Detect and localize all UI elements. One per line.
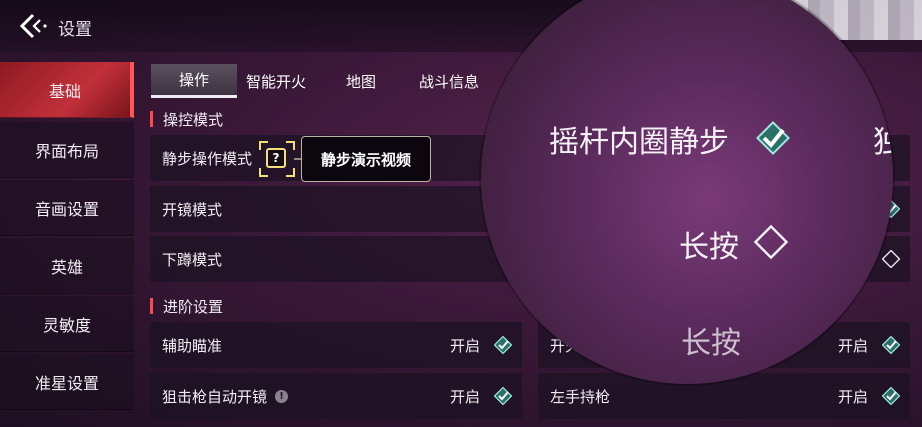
magnified-option-long-press-lower: 长按 <box>681 326 741 361</box>
auto-walk-on-fire-value: 开启 <box>837 336 868 355</box>
aim-assist-row[interactable]: 辅助瞄准 开启 <box>150 322 522 368</box>
info-icon[interactable]: ! <box>275 389 289 403</box>
sidebar-item-audio-video[interactable]: 音画设置 <box>0 180 134 236</box>
sniper-auto-scope-value: 开启 <box>449 387 480 406</box>
crouch-mode-label: 下蹲模式 <box>162 250 223 269</box>
left-hand-gun-label: 左手持枪 <box>550 387 611 406</box>
sniper-auto-scope-label: 狙击枪自动开镜 <box>162 387 268 406</box>
sidebar-item-crosshair[interactable]: 准星设置 <box>0 354 134 410</box>
section-advanced: 进阶设置 <box>150 295 223 317</box>
section-accent-bar <box>150 111 153 127</box>
walk-mode-help-button[interactable]: ? <box>258 140 296 178</box>
walk-demo-video-tooltip[interactable]: 静步演示视频 <box>301 136 431 182</box>
magnified-option-inner-circle-walk: 摇杆内圈静步 <box>549 125 729 160</box>
diamond-check-icon[interactable] <box>494 387 512 405</box>
sidebar-item-layout[interactable]: 界面布局 <box>0 122 134 178</box>
magnified-option-side: 独 <box>873 125 893 160</box>
aim-assist-label: 辅助瞄准 <box>162 336 223 355</box>
diamond-check-icon[interactable] <box>494 336 512 354</box>
tab-battle-info[interactable]: 战斗信息 <box>408 64 490 98</box>
diamond-check-icon <box>756 121 790 155</box>
diamond-outline-icon <box>753 224 789 260</box>
section-control-mode: 操控模式 <box>150 108 223 130</box>
tab-smart-fire[interactable]: 智能开火 <box>239 64 313 98</box>
section-title: 进阶设置 <box>163 297 224 316</box>
tab-operation[interactable]: 操作 <box>151 64 237 98</box>
magnified-option-long-press: 长按 <box>679 230 739 265</box>
section-title: 操控模式 <box>163 110 224 129</box>
back-button[interactable] <box>14 10 50 42</box>
sidebar: 基础 界面布局 音画设置 英雄 灵敏度 准星设置 <box>0 62 134 427</box>
tab-map[interactable]: 地图 <box>330 64 392 98</box>
diamond-check-icon[interactable] <box>882 387 900 405</box>
left-hand-gun-value: 开启 <box>837 387 868 406</box>
diamond-outline-icon[interactable] <box>882 250 900 268</box>
sniper-auto-scope-row[interactable]: 狙击枪自动开镜 ! 开启 <box>150 373 522 419</box>
page-title: 设置 <box>58 20 92 40</box>
sidebar-item-sensitivity[interactable]: 灵敏度 <box>0 296 134 352</box>
diamond-check-icon[interactable] <box>882 336 900 354</box>
sidebar-item-basic[interactable]: 基础 <box>0 62 134 118</box>
aim-assist-value: 开启 <box>449 336 480 355</box>
walk-mode-label: 静步操作模式 <box>162 149 253 168</box>
scope-mode-label: 开镜模式 <box>162 200 223 219</box>
chevron-left-icon <box>19 13 47 39</box>
sidebar-item-hero[interactable]: 英雄 <box>0 238 134 294</box>
section-accent-bar <box>150 298 153 314</box>
question-icon: ? <box>266 148 286 168</box>
